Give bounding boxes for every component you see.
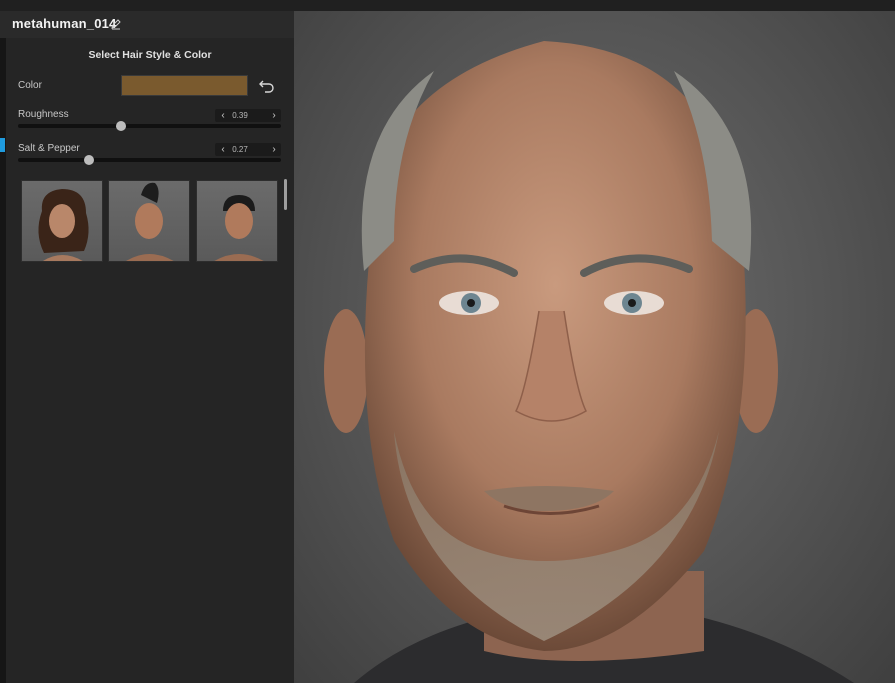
hair-style-long-curly[interactable]	[21, 180, 103, 262]
hair-color-swatch[interactable]	[121, 75, 248, 96]
salt-pepper-slider-handle[interactable]	[84, 155, 94, 165]
character-portrait	[324, 41, 854, 683]
chevron-right-icon[interactable]: ›	[268, 143, 280, 156]
character-viewport[interactable]	[294, 11, 895, 683]
hair-style-grid	[21, 180, 281, 264]
hair-grid-scrollbar[interactable]	[284, 179, 287, 210]
title-bar: metahuman_014	[0, 11, 294, 38]
panel-title: Select Hair Style & Color	[88, 49, 212, 61]
salt-pepper-value: 0.27	[232, 145, 248, 154]
salt-pepper-slider[interactable]	[18, 155, 281, 165]
chevron-left-icon[interactable]: ‹	[217, 143, 229, 156]
salt-pepper-label: Salt & Pepper	[18, 143, 80, 154]
roughness-stepper[interactable]: ‹ 0.39 ›	[215, 109, 281, 122]
roughness-label: Roughness	[18, 109, 69, 120]
hair-panel: Select Hair Style & Color Color Roughnes…	[6, 38, 294, 683]
hair-style-mohawk[interactable]	[108, 180, 190, 262]
hair-style-short-cropped[interactable]	[196, 180, 278, 262]
color-label: Color	[18, 80, 42, 91]
active-indicator	[0, 138, 5, 152]
chevron-right-icon[interactable]: ›	[268, 109, 280, 122]
metahuman-creator-window: metahuman_014 Select Hair Style & Color …	[0, 0, 895, 683]
character-name: metahuman_014	[12, 16, 117, 31]
chevron-left-icon[interactable]: ‹	[217, 109, 229, 122]
roughness-value: 0.39	[232, 111, 248, 120]
undo-arrow-icon[interactable]	[258, 77, 276, 93]
roughness-slider[interactable]	[18, 121, 281, 131]
salt-pepper-stepper[interactable]: ‹ 0.27 ›	[215, 143, 281, 156]
pencil-icon[interactable]	[110, 18, 122, 30]
roughness-slider-handle[interactable]	[115, 121, 126, 131]
